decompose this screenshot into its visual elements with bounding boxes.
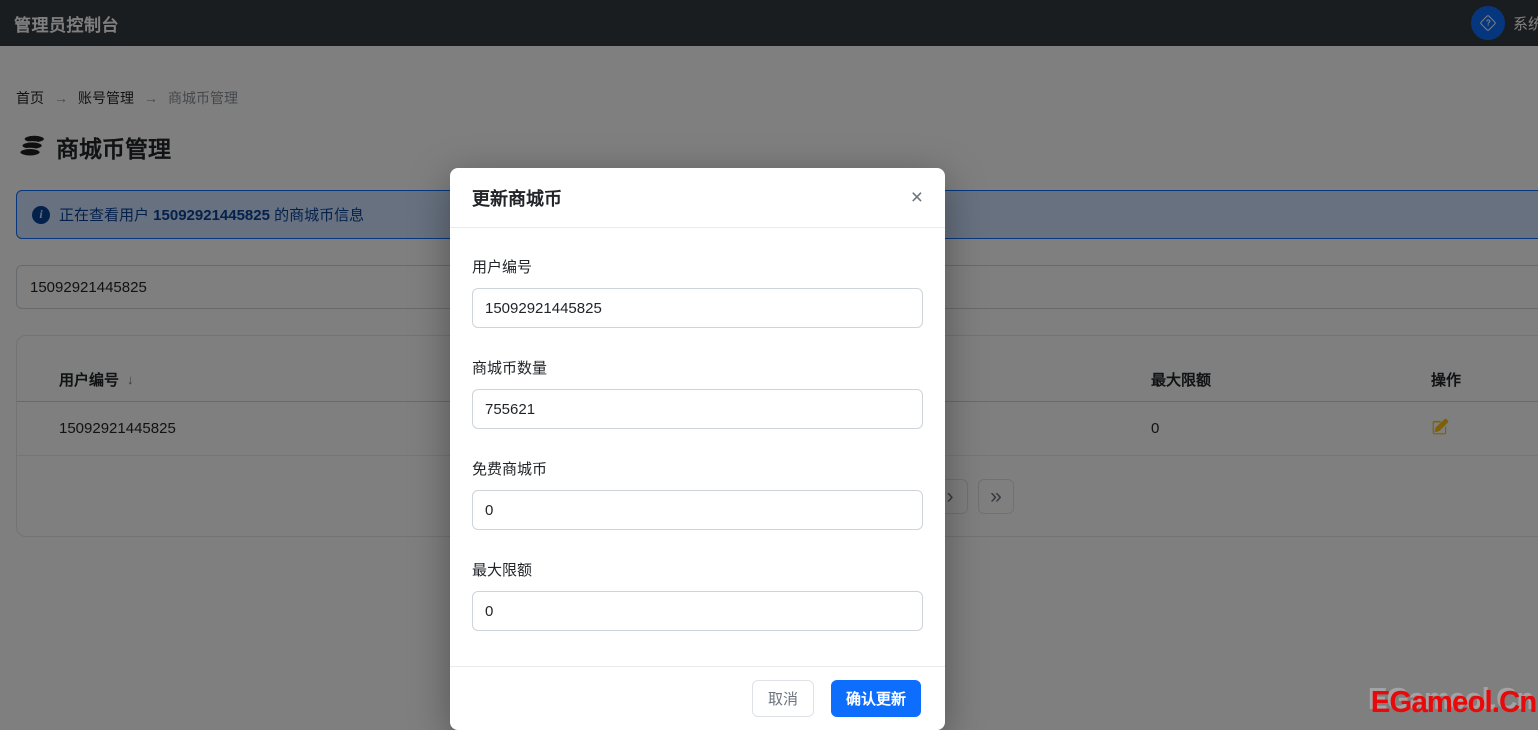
coin-amount-field[interactable] (472, 389, 923, 429)
max-limit-label: 最大限额 (472, 559, 923, 580)
coin-amount-label: 商城币数量 (472, 357, 923, 378)
update-coin-modal: 更新商城币 × 用户编号 商城币数量 免费商城币 最大限额 取消 确认更新 (450, 168, 945, 730)
modal-body: 用户编号 商城币数量 免费商城币 最大限额 (450, 228, 945, 666)
watermark: EGameol.Cn (1370, 684, 1536, 720)
free-coin-label: 免费商城币 (472, 458, 923, 479)
user-id-label: 用户编号 (472, 256, 923, 277)
modal-header: 更新商城币 × (450, 168, 945, 228)
cancel-button[interactable]: 取消 (752, 680, 814, 717)
user-id-field[interactable] (472, 288, 923, 328)
close-icon[interactable]: × (911, 187, 923, 208)
max-limit-field[interactable] (472, 591, 923, 631)
confirm-update-button[interactable]: 确认更新 (831, 680, 921, 717)
modal-title: 更新商城币 (472, 185, 562, 211)
free-coin-field[interactable] (472, 490, 923, 530)
modal-footer: 取消 确认更新 (450, 666, 945, 730)
